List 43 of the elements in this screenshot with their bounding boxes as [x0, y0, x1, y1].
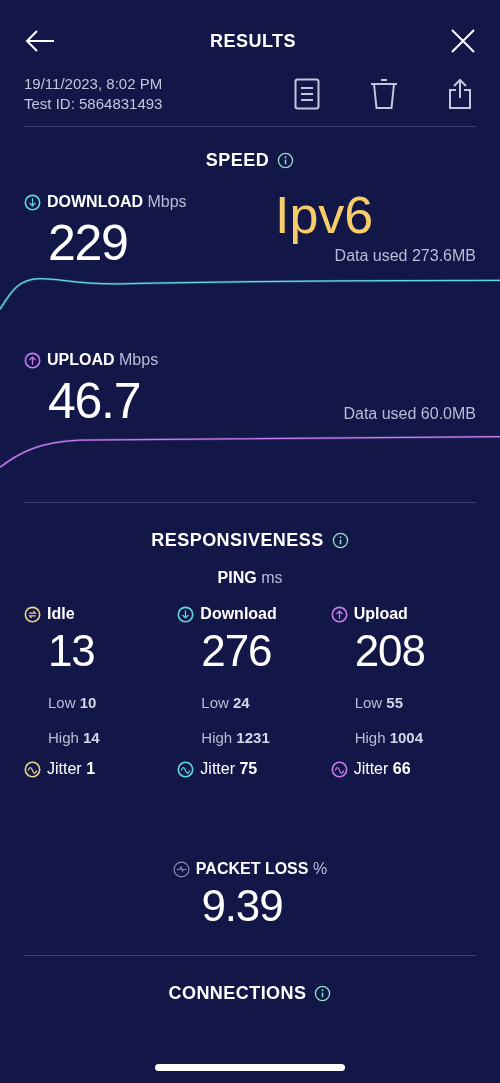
- packet-loss-label: PACKET LOSS %: [195, 859, 328, 879]
- share-icon[interactable]: [448, 78, 472, 110]
- ping-low: Low 10: [47, 693, 98, 713]
- ping-value: 13: [47, 626, 96, 676]
- jitter-value: Jitter 75: [200, 759, 258, 779]
- pulse-icon: [172, 860, 190, 878]
- wave-icon: [330, 760, 348, 778]
- info-icon[interactable]: [331, 532, 349, 549]
- ping-label: PING ms: [217, 568, 283, 588]
- metric-label: DOWNLOAD Mbps: [47, 192, 187, 212]
- ping-type: Idle: [47, 604, 75, 624]
- document-icon[interactable]: [294, 78, 320, 110]
- section-title: SPEED: [205, 149, 270, 172]
- ping-low: Low 55: [353, 693, 405, 713]
- test-date: 19/11/2023, 8:02 PM: [24, 74, 163, 94]
- ping-type: Download: [200, 604, 277, 624]
- ping-high: High 14: [47, 727, 101, 748]
- annotation-text: Ipv6: [275, 185, 374, 246]
- ping-low: Low 24: [200, 693, 251, 713]
- section-title: CONNECTIONS: [168, 982, 307, 1005]
- section-title: RESPONSIVENESS: [151, 529, 324, 552]
- ping-value: 276: [200, 626, 273, 676]
- jitter-value: Jitter 66: [353, 759, 411, 779]
- jitter-value: Jitter 1: [47, 759, 96, 779]
- info-icon[interactable]: [277, 152, 295, 169]
- ping-high: High 1231: [200, 727, 271, 748]
- ping-type: Upload: [353, 604, 408, 624]
- trash-icon[interactable]: [370, 78, 398, 110]
- close-icon[interactable]: [450, 28, 476, 54]
- ping-high: High 1004: [353, 727, 425, 748]
- metric-value: 229: [47, 214, 128, 272]
- page-title: RESULTS: [210, 29, 296, 53]
- info-icon[interactable]: [314, 985, 332, 1002]
- test-id: Test ID: 5864831493: [24, 94, 163, 114]
- packet-loss-value: 9.39: [201, 881, 283, 931]
- wave-icon: [24, 760, 41, 778]
- ping-value: 208: [353, 626, 426, 676]
- wave-icon: [177, 760, 195, 778]
- back-icon[interactable]: [24, 29, 56, 53]
- data-used: Data used 60.0MB: [343, 404, 476, 424]
- data-used: Data used 273.6MB: [334, 246, 476, 266]
- metric-label: UPLOAD Mbps: [47, 350, 159, 370]
- metric-value: 46.7: [47, 372, 141, 430]
